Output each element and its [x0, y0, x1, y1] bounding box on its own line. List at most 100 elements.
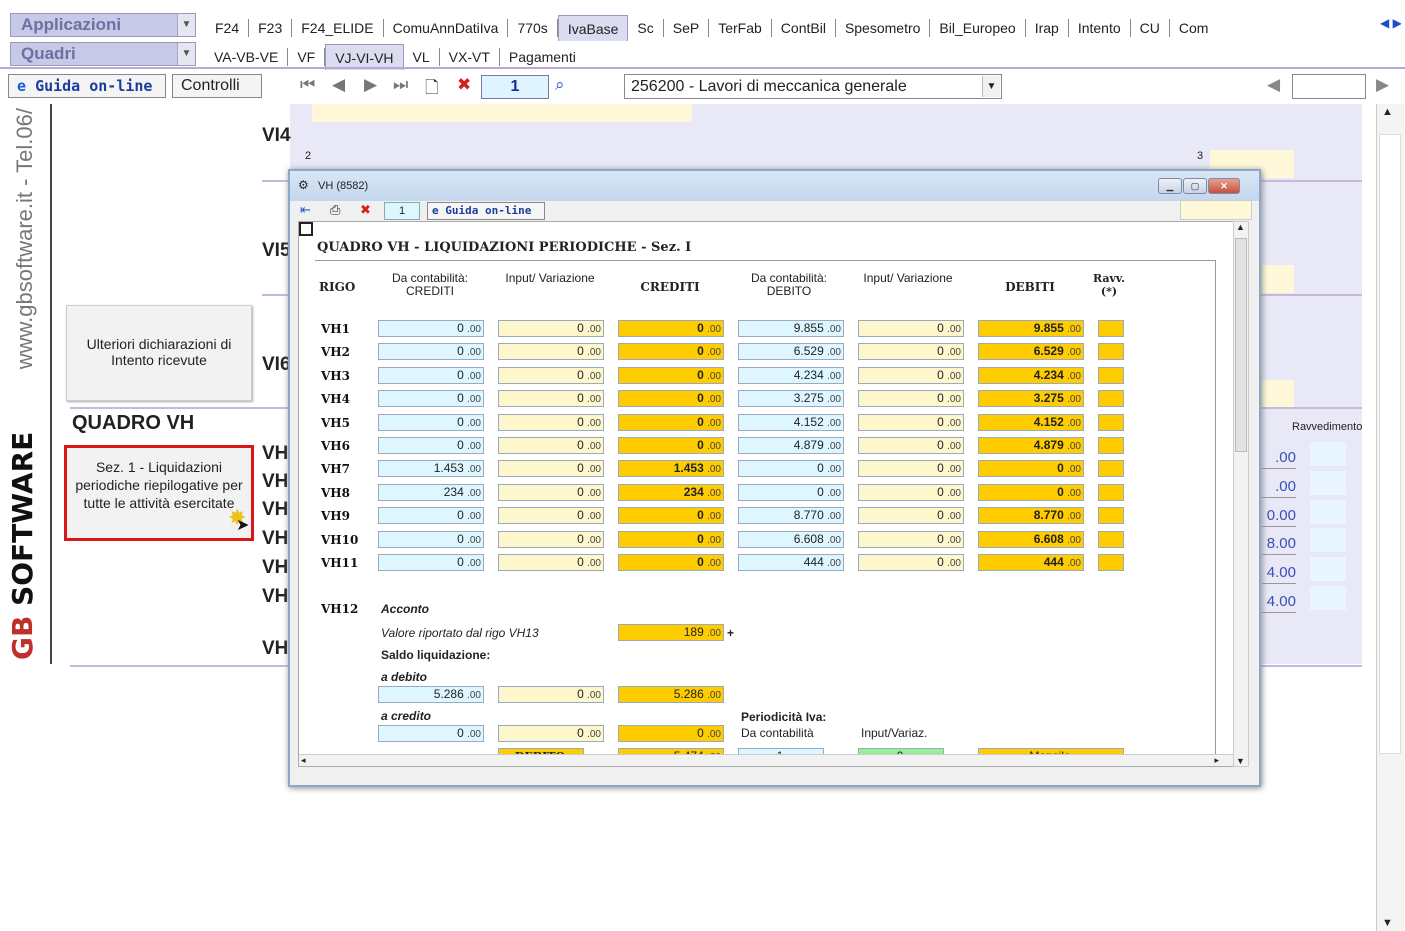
exit-icon[interactable]: ⇤ [300, 202, 311, 218]
input-variazione-debiti-field[interactable]: 0 .00 [858, 554, 964, 571]
subtab-pagamenti[interactable]: Pagamenti [500, 48, 585, 66]
contabilita-crediti-field[interactable]: 0 .00 [378, 390, 484, 408]
last-page-icon[interactable]: ⏭ [393, 75, 408, 95]
tab-spesometro[interactable]: Spesometro [836, 19, 931, 37]
debiti-field[interactable]: 6.608 .00 [978, 530, 1084, 548]
debiti-field[interactable]: 4.152 .00 [978, 413, 1084, 431]
scroll-thumb[interactable] [1235, 238, 1247, 452]
tab-f24[interactable]: F24 [206, 19, 250, 37]
form-field[interactable] [1260, 380, 1294, 408]
input-variazione-crediti-field[interactable]: 0 .00 [498, 320, 604, 337]
tab-comuanndatiiva[interactable]: ComuAnnDatiIva [384, 19, 509, 37]
ravv-field[interactable] [1098, 413, 1124, 431]
contabilita-debito-field[interactable]: 6.529 .00 [738, 343, 844, 361]
popup-guida-button[interactable]: e Guida on-line [427, 202, 545, 220]
input-variazione-crediti-field[interactable]: 0 .00 [498, 483, 604, 501]
tab-sc[interactable]: Sc [628, 19, 664, 37]
ravv-field[interactable] [1098, 320, 1124, 337]
debiti-field[interactable]: 0 .00 [978, 483, 1084, 501]
delete-page-icon[interactable]: ✖ [457, 75, 471, 95]
ravvedimento-field[interactable] [1310, 528, 1346, 552]
crediti-field[interactable]: 0 .00 [618, 530, 724, 548]
popup-page-field[interactable]: 1 [384, 202, 420, 220]
credito-total-field[interactable]: 0 .00 [618, 725, 724, 742]
scroll-up-icon[interactable]: ▲ [1382, 106, 1393, 118]
contabilita-debito-field[interactable]: 8.770 .00 [738, 507, 844, 525]
applicazioni-combo[interactable]: Applicazioni ▼ [10, 13, 196, 37]
contabilita-crediti-field[interactable]: 0 .00 [378, 366, 484, 384]
debiti-field[interactable]: 4.879 .00 [978, 437, 1084, 454]
tab-f23[interactable]: F23 [249, 19, 293, 37]
credito-input-field[interactable]: 0 .00 [498, 725, 604, 742]
chevron-down-icon[interactable]: ▼ [177, 43, 195, 65]
ravv-field[interactable] [1098, 437, 1124, 454]
tab-terfab[interactable]: TerFab [709, 19, 772, 37]
chevron-down-icon[interactable]: ▼ [177, 14, 195, 36]
debiti-field[interactable]: 4.234 .00 [978, 366, 1084, 384]
input-variazione-debiti-field[interactable]: 0 .00 [858, 343, 964, 361]
tab-intento[interactable]: Intento [1069, 19, 1131, 37]
contabilita-debito-field[interactable]: 4.879 .00 [738, 437, 844, 454]
debiti-field[interactable]: 444 .00 [978, 554, 1084, 571]
tab-sep[interactable]: SeP [664, 19, 710, 37]
input-variazione-crediti-field[interactable]: 0 .00 [498, 460, 604, 478]
background-value-field[interactable]: 8.00 [1262, 535, 1296, 555]
ravv-field[interactable] [1098, 554, 1124, 571]
ravvedimento-field[interactable] [1310, 586, 1346, 610]
background-value-field[interactable]: 0.00 [1262, 507, 1296, 527]
crediti-field[interactable]: 0 .00 [618, 554, 724, 571]
input-variazione-crediti-field[interactable]: 0 .00 [498, 554, 604, 571]
sez1-button[interactable]: Sez. 1 - Liquidazioni periodiche riepilo… [64, 445, 254, 541]
subtab-vl[interactable]: VL [404, 48, 440, 66]
search-field[interactable] [1292, 74, 1366, 99]
ravv-field[interactable] [1098, 507, 1124, 525]
input-variazione-debiti-field[interactable]: 0 .00 [858, 530, 964, 548]
main-scrollbar[interactable]: ▲ ▼ [1376, 104, 1404, 931]
subtab-va-vb-ve[interactable]: VA-VB-VE [205, 48, 289, 66]
maximize-icon[interactable]: ▢ [1183, 178, 1207, 194]
contabilita-crediti-field[interactable]: 0 .00 [378, 437, 484, 454]
scroll-right-icon[interactable]: ▶ [1376, 75, 1389, 95]
tab-bil-europeo[interactable]: Bil_Europeo [930, 19, 1026, 37]
scroll-down-icon[interactable]: ▼ [1236, 756, 1245, 766]
ravvedimento-field[interactable] [1310, 500, 1346, 524]
contabilita-crediti-field[interactable]: 0 .00 [378, 507, 484, 525]
input-variazione-crediti-field[interactable]: 0 .00 [498, 413, 604, 431]
crediti-field[interactable]: 0 .00 [618, 437, 724, 454]
contabilita-crediti-field[interactable]: 1.453 .00 [378, 460, 484, 478]
ravv-field[interactable] [1098, 366, 1124, 384]
debito-contabilita-field[interactable]: 5.286 .00 [378, 686, 484, 703]
ravvedimento-field[interactable] [1310, 471, 1346, 495]
input-variazione-crediti-field[interactable]: 0 .00 [498, 437, 604, 454]
activity-select[interactable]: 256200 - Lavori di meccanica generale ▼ [624, 74, 1002, 99]
debiti-field[interactable]: 0 .00 [978, 460, 1084, 478]
crediti-field[interactable]: 0 .00 [618, 390, 724, 408]
form-field[interactable] [1260, 265, 1294, 293]
background-value-field[interactable]: .00 [1262, 478, 1296, 498]
tab-f24-elide[interactable]: F24_ELIDE [292, 19, 384, 37]
input-variazione-debiti-field[interactable]: 0 .00 [858, 437, 964, 454]
contabilita-debito-field[interactable]: 9.855 .00 [738, 320, 844, 337]
input-variazione-debiti-field[interactable]: 0 .00 [858, 483, 964, 501]
credito-contabilita-field[interactable]: 0 .00 [378, 725, 484, 742]
print-icon[interactable]: ⎙ [330, 202, 340, 218]
subtab-vf[interactable]: VF [288, 48, 326, 66]
tab-irap[interactable]: Irap [1026, 19, 1069, 37]
contabilita-crediti-field[interactable]: 0 .00 [378, 413, 484, 431]
scroll-left-icon[interactable]: ◂ [301, 755, 306, 766]
next-page-icon[interactable]: ▶ [364, 75, 377, 95]
search-page-icon[interactable]: ⌕ [555, 75, 565, 95]
scroll-thumb[interactable] [1379, 134, 1401, 754]
crediti-field[interactable]: 0 .00 [618, 343, 724, 361]
minimize-icon[interactable]: ▁ [1158, 178, 1182, 194]
debiti-field[interactable]: 3.275 .00 [978, 390, 1084, 408]
contabilita-debito-field[interactable]: 6.608 .00 [738, 530, 844, 548]
input-variazione-crediti-field[interactable]: 0 .00 [498, 507, 604, 525]
ravv-field[interactable] [1098, 343, 1124, 361]
first-page-icon[interactable]: ⏮ [300, 75, 315, 95]
crediti-field[interactable]: 0 .00 [618, 320, 724, 337]
tab-770s[interactable]: 770s [508, 19, 558, 37]
ravv-field[interactable] [1098, 483, 1124, 501]
input-variazione-crediti-field[interactable]: 0 .00 [498, 366, 604, 384]
checkbox[interactable] [299, 222, 313, 236]
